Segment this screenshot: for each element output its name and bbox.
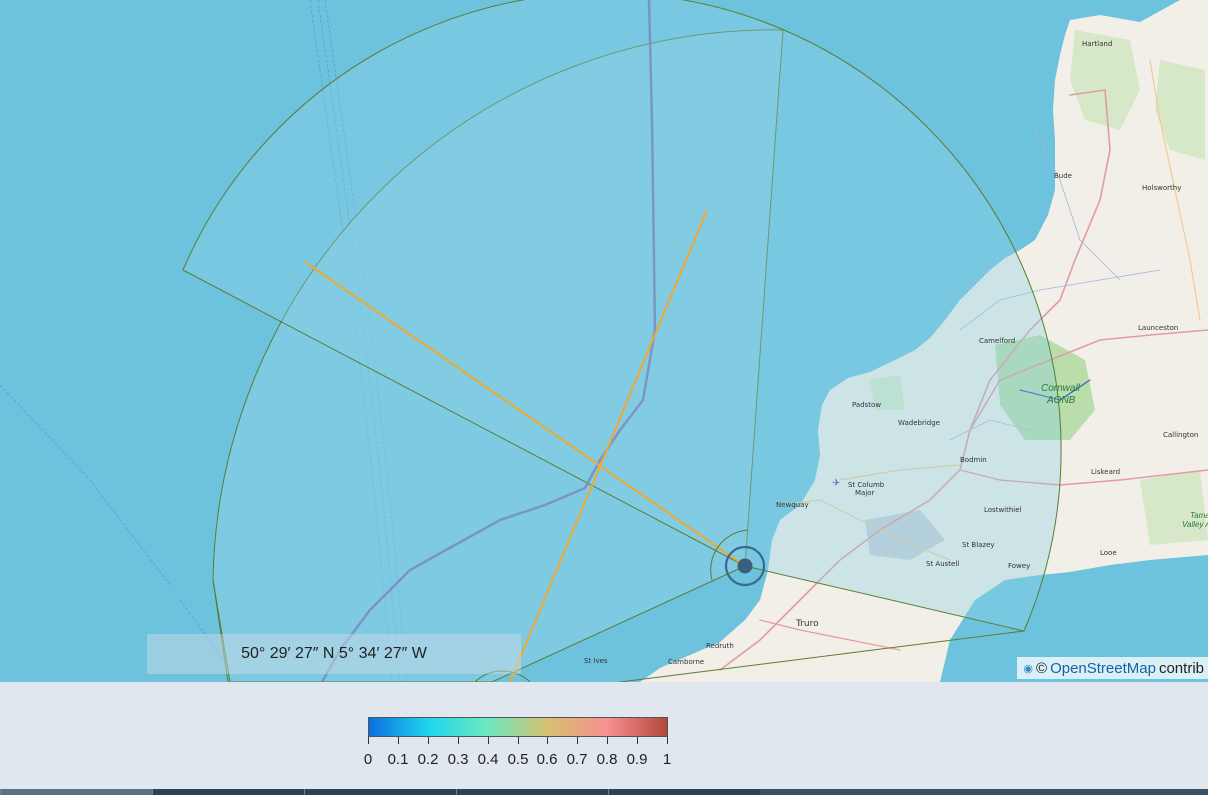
aonb-label: Valley A <box>1182 520 1208 529</box>
place-label: Bodmin <box>960 456 987 464</box>
place-label: Camborne <box>668 658 704 666</box>
place-label: Launceston <box>1138 324 1178 332</box>
tab-5[interactable] <box>608 789 760 795</box>
place-label: St Blazey <box>962 541 995 549</box>
color-scale-tick <box>607 737 608 744</box>
airport-icon: ✈ <box>832 478 840 489</box>
place-label: Hartland <box>1082 40 1112 48</box>
attribution-copyright: © <box>1036 659 1048 677</box>
place-label: Padstow <box>852 401 881 409</box>
place-label: Redruth <box>706 642 734 650</box>
map-canvas[interactable]: ✈ Hartland Bude Holsworthy Camelford Lau… <box>0 0 1208 682</box>
place-label: Bude <box>1054 172 1072 180</box>
legend-panel <box>0 682 1208 795</box>
color-scale-tick <box>667 737 668 744</box>
color-scale-tick <box>518 737 519 744</box>
tab-4[interactable] <box>456 789 608 795</box>
tab-2[interactable] <box>152 789 304 795</box>
map-view[interactable]: ✈ Hartland Bude Holsworthy Camelford Lau… <box>0 0 1208 682</box>
color-scale-tick-label: 0.9 <box>626 751 648 768</box>
color-scale-tick-label: 0.5 <box>507 751 529 768</box>
attribution-icon[interactable]: ◉ <box>1023 662 1033 675</box>
color-scale-tick-label: 0.7 <box>566 751 588 768</box>
color-scale-tick-label: 0.3 <box>447 751 469 768</box>
place-label: St Austell <box>926 560 959 568</box>
place-label: St Ives <box>584 657 608 665</box>
color-scale-tick <box>368 737 369 744</box>
place-label: Fowey <box>1008 562 1030 570</box>
aonb-label: AONB <box>1046 395 1076 406</box>
color-scale-bar <box>368 717 668 737</box>
place-label: Lostwithiel <box>984 506 1022 514</box>
color-scale-tick <box>428 737 429 744</box>
color-scale-tick-label: 0.1 <box>387 751 409 768</box>
color-scale-tick-label: 0.6 <box>536 751 558 768</box>
color-scale-tick <box>547 737 548 744</box>
place-label: Truro <box>795 619 819 629</box>
color-scale-tick <box>458 737 459 744</box>
color-scale-tick-label: 0.4 <box>477 751 499 768</box>
aonb-label: Tamar <box>1190 511 1208 520</box>
place-label: Newquay <box>776 501 809 509</box>
place-label: Holsworthy <box>1142 184 1181 192</box>
color-scale-tick <box>577 737 578 744</box>
coordinate-text: 50° 29′ 27″ N 5° 34′ 27″ W <box>241 645 427 662</box>
place-label: Callington <box>1163 431 1198 439</box>
aonb-label: Cornwall <box>1041 383 1081 394</box>
color-scale-tick-label: 0.8 <box>596 751 618 768</box>
coordinate-readout: 50° 29′ 27″ N 5° 34′ 27″ W <box>147 634 521 674</box>
attribution-suffix: contrib <box>1158 659 1204 677</box>
map-attribution: ◉ © OpenStreetMap contrib <box>1017 657 1208 679</box>
color-scale-tick-label: 1 <box>662 751 672 768</box>
place-label: St Columb <box>848 481 885 489</box>
color-scale-tick-label: 0.2 <box>417 751 439 768</box>
color-scale-tick <box>398 737 399 744</box>
tab-1[interactable] <box>0 789 152 795</box>
place-label: Major <box>855 489 875 497</box>
color-scale-tick <box>488 737 489 744</box>
openstreetmap-link[interactable]: OpenStreetMap <box>1050 660 1156 677</box>
tab-3[interactable] <box>304 789 456 795</box>
place-label: Looe <box>1100 549 1117 557</box>
place-label: Camelford <box>979 337 1015 345</box>
place-label: Liskeard <box>1091 468 1120 476</box>
place-label: Wadebridge <box>898 419 940 427</box>
color-scale-tick-label: 0 <box>363 751 373 768</box>
color-scale-tick <box>637 737 638 744</box>
